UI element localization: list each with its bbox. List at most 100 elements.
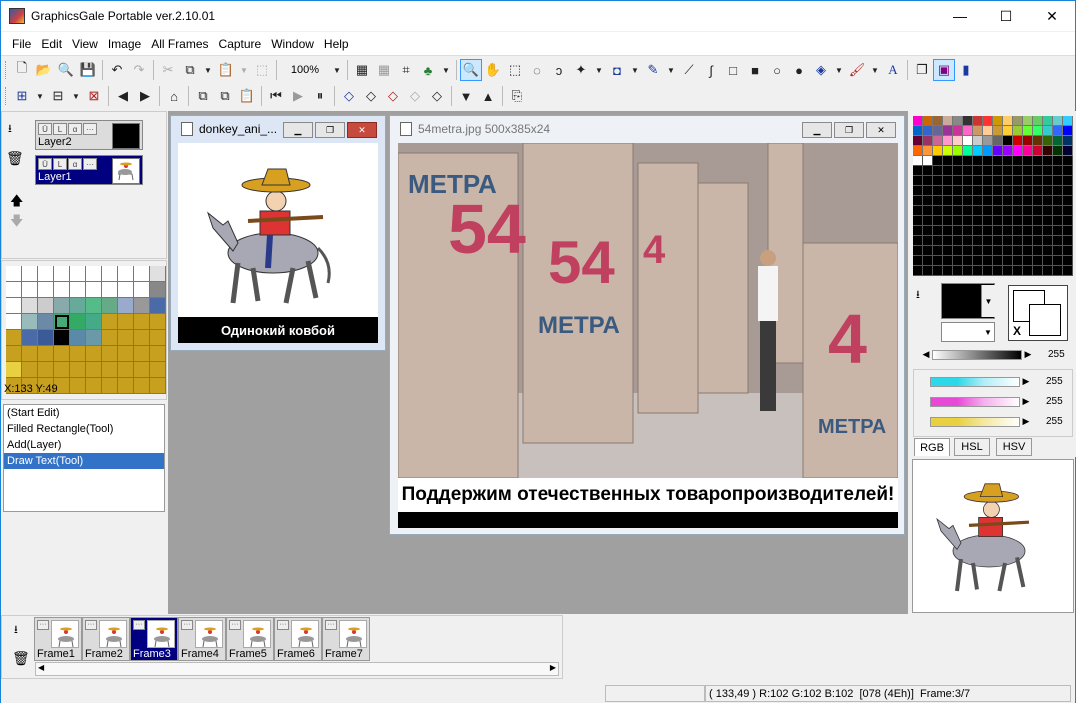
- layer-menu-icon[interactable]: ···: [83, 123, 97, 135]
- layer-export-icon[interactable]: ⭳: [8, 120, 12, 139]
- layer-trash-icon[interactable]: 🗑: [6, 150, 24, 167]
- crop-icon[interactable]: ⌗: [395, 59, 417, 81]
- gray-slider[interactable]: ◀ ▶ 255: [920, 349, 1065, 360]
- curve-tool-icon[interactable]: ∫: [700, 59, 722, 81]
- pause-icon[interactable]: ⏸: [309, 85, 331, 107]
- doc-restore-button[interactable]: ❐: [315, 122, 345, 138]
- history-item[interactable]: (Start Edit): [4, 405, 164, 421]
- line-tool-icon[interactable]: ⟋: [678, 59, 700, 81]
- zoom-select[interactable]: 100%: [280, 60, 330, 80]
- fg-dropdown-icon[interactable]: ▼: [981, 285, 995, 317]
- brush-icon[interactable]: 🖌: [846, 59, 868, 81]
- menu-capture[interactable]: Capture: [214, 37, 267, 51]
- grid-icon[interactable]: ▦: [351, 59, 373, 81]
- layer-item-1[interactable]: Ü Lα ··· Layer1: [35, 155, 143, 185]
- frame-duplicate-icon[interactable]: ⧉: [214, 85, 236, 107]
- layer-up-arrow-icon[interactable]: 🡅: [10, 192, 23, 214]
- frame-menu-icon[interactable]: ···: [133, 620, 145, 630]
- palette-dropdown-icon[interactable]: ▼: [439, 59, 453, 81]
- frame-menu-icon[interactable]: ···: [181, 620, 193, 630]
- green-slider[interactable]: ▶ 255: [920, 396, 1063, 407]
- menu-image[interactable]: Image: [103, 37, 146, 51]
- doc-minimize-button[interactable]: ▁: [802, 122, 832, 138]
- rect-select-icon[interactable]: ⬚: [504, 59, 526, 81]
- frame-item[interactable]: ··· Frame6: [274, 617, 322, 661]
- menu-file[interactable]: File: [7, 37, 36, 51]
- cut-icon[interactable]: ✂: [157, 59, 179, 81]
- app-icon[interactable]: [9, 8, 25, 24]
- fg-bg-preview[interactable]: X: [1008, 285, 1068, 341]
- copy-icon[interactable]: ⧉: [179, 59, 201, 81]
- play-icon[interactable]: ▶: [287, 85, 309, 107]
- frame-properties-icon[interactable]: ⌂: [163, 85, 185, 107]
- blue-slider[interactable]: ▶ 255: [920, 416, 1063, 427]
- frame-menu-icon[interactable]: ···: [277, 620, 289, 630]
- frame-item[interactable]: ··· Frame2: [82, 617, 130, 661]
- color-export-icon[interactable]: ⭳: [916, 286, 920, 305]
- frame-item[interactable]: ··· Frame1: [34, 617, 82, 661]
- opacity-icon[interactable]: α: [68, 158, 82, 170]
- layer-add-icon[interactable]: ⊞: [11, 85, 33, 107]
- layer-merge-dropdown-icon[interactable]: ▼: [69, 85, 83, 107]
- doc-minimize-button[interactable]: ▁: [283, 122, 313, 138]
- palette-tree-icon[interactable]: ♣: [417, 59, 439, 81]
- tab-hsl[interactable]: HSL: [954, 438, 990, 456]
- frame-menu-icon[interactable]: ···: [85, 620, 97, 630]
- history-item[interactable]: Add(Layer): [4, 437, 164, 453]
- metra-canvas[interactable]: 54 54 4 4 МЕТРА МЕТРА МЕТРА Поддержим от…: [398, 143, 898, 528]
- mask-icon[interactable]: ▣: [933, 59, 955, 81]
- select-mode-dropdown-icon[interactable]: ▼: [628, 59, 642, 81]
- lock-icon[interactable]: L: [53, 123, 67, 135]
- undo-icon[interactable]: ↶: [106, 59, 128, 81]
- prev-layer-icon[interactable]: ◀: [112, 85, 134, 107]
- brush-dropdown-icon[interactable]: ▼: [868, 59, 882, 81]
- lock-icon[interactable]: L: [53, 158, 67, 170]
- paste-dropdown-icon[interactable]: ▼: [237, 59, 251, 81]
- menu-window[interactable]: Window: [266, 37, 319, 51]
- first-frame-icon[interactable]: ⏮: [265, 85, 287, 107]
- layer-delete-icon[interactable]: ⊠: [83, 85, 105, 107]
- move-down-icon[interactable]: ▼: [455, 85, 477, 107]
- select-mode-icon[interactable]: ◘: [606, 59, 628, 81]
- tab-hsv[interactable]: HSV: [996, 438, 1032, 456]
- wand-dropdown-icon[interactable]: ▼: [592, 59, 606, 81]
- ellipse-tool-icon[interactable]: ○: [766, 59, 788, 81]
- text-tool-icon[interactable]: A: [882, 59, 904, 81]
- red-slider[interactable]: ▶ 255: [920, 376, 1063, 387]
- transparency-icon[interactable]: ❐: [911, 59, 933, 81]
- magic-wand-icon[interactable]: ✦: [570, 59, 592, 81]
- pencil-dropdown-icon[interactable]: ▼: [664, 59, 678, 81]
- open-folder-icon[interactable]: 📂: [33, 59, 55, 81]
- pixel-grid-icon[interactable]: ▦: [373, 59, 395, 81]
- visibility-icon[interactable]: Ü: [38, 158, 52, 170]
- frame-insert-icon[interactable]: ⧉: [192, 85, 214, 107]
- edit-tag-icon[interactable]: ⎘: [506, 85, 528, 107]
- fill-bucket-icon[interactable]: ◈: [810, 59, 832, 81]
- rectangle-tool-icon[interactable]: □: [722, 59, 744, 81]
- palette-grid[interactable]: [6, 266, 166, 394]
- minimize-button[interactable]: —: [937, 1, 983, 31]
- copy-dropdown-icon[interactable]: ▼: [201, 59, 215, 81]
- lasso-icon[interactable]: ↄ: [548, 59, 570, 81]
- filled-ellipse-tool-icon[interactable]: ●: [788, 59, 810, 81]
- menu-view[interactable]: View: [67, 37, 103, 51]
- move-up-icon[interactable]: ▲: [477, 85, 499, 107]
- close-button[interactable]: ✕: [1029, 1, 1075, 31]
- doc-close-button[interactable]: ✕: [347, 122, 377, 138]
- pen-pressure-icon[interactable]: ▮: [955, 59, 977, 81]
- fill-dropdown-icon[interactable]: ▼: [832, 59, 846, 81]
- frame-item[interactable]: ··· Frame3: [130, 617, 178, 661]
- history-item[interactable]: Draw Text(Tool): [4, 453, 164, 469]
- filled-rectangle-tool-icon[interactable]: ■: [744, 59, 766, 81]
- doc-restore-button[interactable]: ❐: [834, 122, 864, 138]
- layer-add-dropdown-icon[interactable]: ▼: [33, 85, 47, 107]
- donkey-canvas[interactable]: Одинокий ковбой: [178, 143, 378, 343]
- menu-all-frames[interactable]: All Frames: [146, 37, 213, 51]
- layer-item-2[interactable]: Ü Lα ··· Layer2: [35, 120, 143, 150]
- pencil-tool-icon[interactable]: ✎: [642, 59, 664, 81]
- tab-rgb[interactable]: RGB: [914, 438, 950, 456]
- paste-icon[interactable]: 📋: [215, 59, 237, 81]
- frame-item[interactable]: ··· Frame4: [178, 617, 226, 661]
- frame-menu-icon[interactable]: ···: [229, 620, 241, 630]
- redo-icon[interactable]: ↷: [128, 59, 150, 81]
